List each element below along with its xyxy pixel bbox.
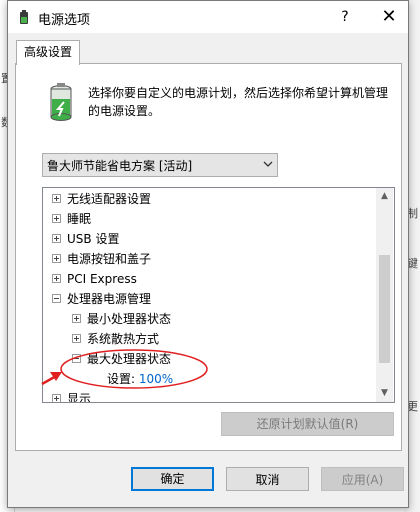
tree-item-label: 最小处理器状态 [87, 312, 172, 326]
setting-label: 设置: [107, 372, 136, 386]
expand-icon[interactable] [52, 274, 61, 283]
tab-advanced-settings[interactable]: 高级设置 [16, 40, 80, 65]
battery-icon [20, 10, 28, 24]
expand-icon[interactable] [72, 314, 81, 323]
settings-tree[interactable]: 无线适配器设置 睡眠 USB 设置 电源按钮和盖子 PCI Express 处理… [42, 187, 395, 403]
window-title: 电源选项 [38, 13, 91, 28]
setting-value-link[interactable]: 100% [139, 372, 173, 386]
power-plan-battery-icon [50, 83, 72, 121]
help-button[interactable]: ? [330, 5, 360, 29]
tree-item-label: USB 设置 [67, 232, 120, 246]
tree-scrollbar[interactable]: ▲ ▼ [376, 188, 393, 402]
tree-item-label: 最大处理器状态 [87, 352, 172, 366]
tree-item-label: PCI Express [67, 272, 137, 286]
expand-icon[interactable] [52, 254, 61, 263]
expand-icon[interactable] [52, 194, 61, 203]
expand-icon[interactable] [52, 214, 61, 223]
tree-item-label: 无线适配器设置 [67, 192, 152, 206]
collapse-icon[interactable] [52, 294, 61, 303]
title-bar[interactable]: 电源选项 ? ✕ [8, 1, 408, 33]
power-options-dialog: 电源选项 ? ✕ 高级设置 选择你要自定义的电源计划，然后选择你希望计算机管理的… [7, 0, 409, 508]
restore-defaults-button[interactable]: 还原计划默认值(R) [221, 412, 394, 436]
advanced-settings-panel: 选择你要自定义的电源计划，然后选择你希望计算机管理的电源设置。 鲁大师节能省电方… [15, 63, 402, 451]
expand-icon[interactable] [52, 394, 61, 402]
cancel-button[interactable]: 取消 [226, 467, 309, 491]
scroll-thumb[interactable] [379, 255, 390, 363]
close-button[interactable]: ✕ [374, 5, 404, 29]
power-plan-value: 鲁大师节能省电方案 [活动] [47, 159, 193, 173]
tree-item-label: 显示 [67, 392, 92, 403]
tree-item-label: 系统散热方式 [87, 332, 160, 346]
expand-icon[interactable] [72, 334, 81, 343]
chevron-down-icon [263, 161, 273, 167]
expand-icon[interactable] [52, 234, 61, 243]
scroll-up-icon[interactable]: ▲ [376, 188, 393, 205]
collapse-icon[interactable] [72, 354, 81, 363]
power-plan-select[interactable]: 鲁大师节能省电方案 [活动] [42, 153, 278, 177]
tree-item-setting[interactable]: 设置: 100% [107, 369, 173, 389]
tree-item-label: 处理器电源管理 [67, 292, 152, 306]
scroll-down-icon[interactable]: ▼ [376, 385, 393, 402]
apply-button[interactable]: 应用(A) [321, 467, 404, 491]
tree-item-label: 睡眠 [67, 212, 92, 226]
description-text: 选择你要自定义的电源计划，然后选择你希望计算机管理的电源设置。 [88, 86, 389, 118]
ok-button[interactable]: 确定 [131, 467, 214, 491]
tree-item-label: 电源按钮和盖子 [67, 252, 152, 266]
